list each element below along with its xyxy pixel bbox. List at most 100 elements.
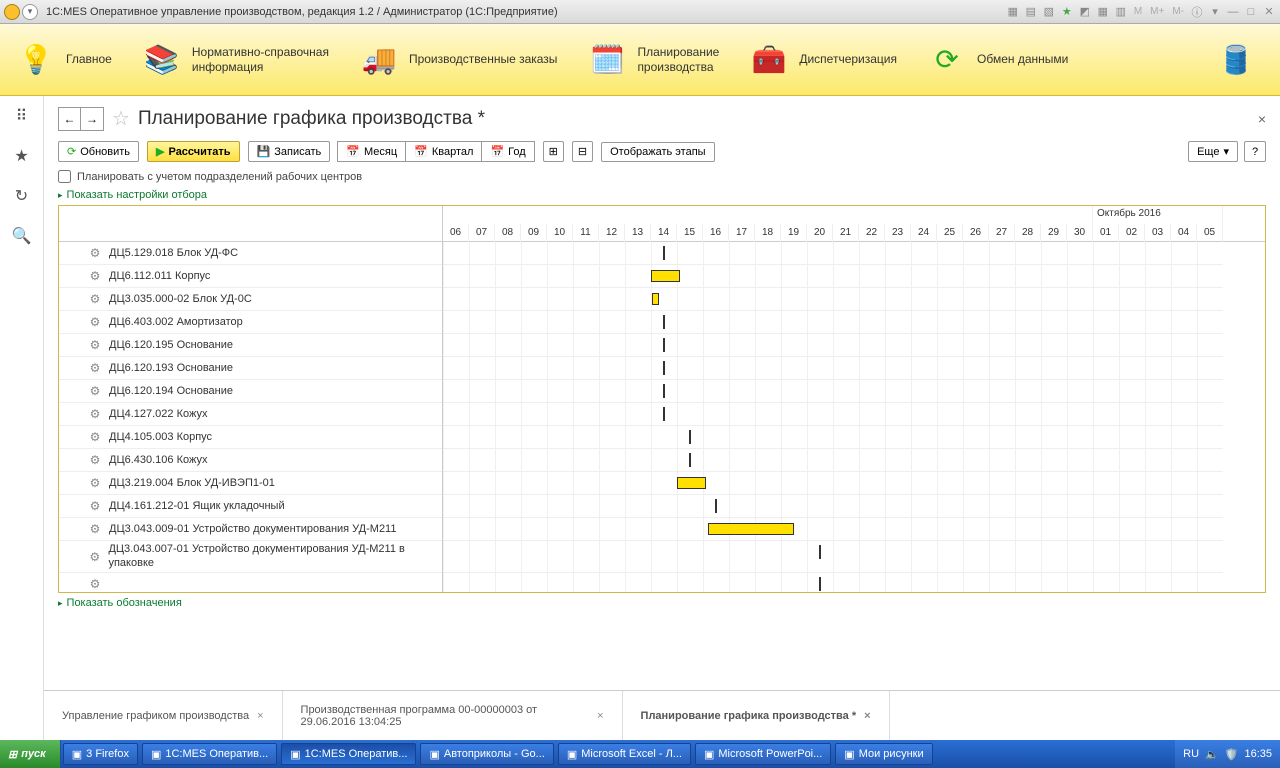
gantt-tick [663,407,665,421]
task-row[interactable]: ⚙ДЦ6.120.195 Основание [59,334,442,357]
period-year-button[interactable]: 📅Год [481,141,534,162]
task-row[interactable]: ⚙ДЦ6.430.106 Кожух [59,449,442,472]
menu-exchange[interactable]: ⟳ Обмен данными [925,38,1068,82]
play-icon: ▶ [156,145,164,158]
page-star-icon[interactable]: ☆ [112,106,130,131]
task-row[interactable]: ⚙ДЦ6.120.194 Основание [59,380,442,403]
barrel-icon[interactable]: 🛢️ [1214,38,1258,82]
gantt-timeline[interactable]: Октябрь 2016 060708091011121314151617181… [443,206,1265,592]
task-row[interactable]: ⚙ДЦ6.403.002 Амортизатор [59,311,442,334]
gantt-tick [663,338,665,352]
apps-icon[interactable]: ⠿ [12,106,32,126]
collapse-button[interactable]: ⊟ [572,141,593,162]
gantt-tick [715,499,717,513]
lang-indicator[interactable]: RU [1183,748,1199,760]
show-stages-button[interactable]: Отображать этапы [601,142,714,162]
m-minus-label[interactable]: M- [1170,6,1186,17]
menu-main[interactable]: 💡 Главное [14,38,112,82]
task-label: ДЦ3.035.000-02 Блок УД-0С [109,293,252,305]
more-button[interactable]: Еще▾ [1188,141,1238,162]
menu-dispatch[interactable]: 🧰 Диспетчеризация [747,38,897,82]
titlebar-icon-2[interactable]: ▤ [1024,5,1038,19]
day-header-cell: 20 [807,224,833,242]
tab-label: Планирование графика производства * [641,710,857,722]
task-row[interactable]: ⚙ДЦ3.043.009-01 Устройство документирова… [59,518,442,541]
titlebar-icon-5[interactable]: ◩ [1078,5,1092,19]
tab-close-icon[interactable]: × [864,710,870,722]
gantt-bar[interactable] [677,477,706,489]
period-quarter-button[interactable]: 📅Квартал [405,141,482,162]
day-header-cell: 05 [1197,224,1223,242]
tab-close-icon[interactable]: × [257,710,263,722]
taskbar-item[interactable]: ▣1С:MES Оператив... [142,743,277,765]
tray-icon-2[interactable]: 🛡️ [1225,748,1239,761]
nav-dropdown-icon[interactable]: ▾ [22,4,38,20]
calendar-icon[interactable]: ▥ [1114,5,1128,19]
gear-icon: ⚙ [87,268,103,284]
plan-with-subdiv-checkbox[interactable] [58,170,71,183]
taskbar-item-label: 1С:MES Оператив... [305,748,408,760]
page-close-button[interactable]: × [1258,111,1266,127]
m-plus-label[interactable]: M+ [1148,6,1166,17]
task-row[interactable]: ⚙ДЦ6.120.193 Основание [59,357,442,380]
tray-icon-1[interactable]: 🔈 [1205,748,1219,761]
start-button[interactable]: ⊞ пуск [0,740,61,768]
favorites-icon[interactable]: ★ [12,146,32,166]
task-row[interactable]: ⚙ДЦ3.035.000-02 Блок УД-0С [59,288,442,311]
task-row[interactable]: ⚙ДЦ5.129.018 Блок УД-ФС [59,242,442,265]
task-row[interactable]: ⚙ДЦ4.105.003 Корпус [59,426,442,449]
maximize-icon[interactable]: □ [1244,5,1258,19]
menu-planning[interactable]: 🗓️ Планирование производства [585,38,719,82]
dropdown-icon[interactable]: ▾ [1208,5,1222,19]
taskbar-app-icon: ▣ [704,748,714,761]
taskbar-item[interactable]: ▣1С:MES Оператив... [281,743,416,765]
save-button[interactable]: 💾Записать [248,141,331,162]
calculate-button[interactable]: ▶Рассчитать [147,141,240,162]
taskbar-item[interactable]: ▣Microsoft PowerPoi... [695,743,831,765]
tab-label: Управление графиком производства [62,710,249,722]
task-label: ДЦ6.120.194 Основание [109,385,233,397]
taskbar-item[interactable]: ▣3 Firefox [63,743,138,765]
info-icon[interactable]: ⓘ [1190,5,1204,19]
gantt-bar[interactable] [651,270,680,282]
taskbar-item[interactable]: ▣Мои рисунки [835,743,932,765]
gantt-tick [689,430,691,444]
nav-forward-button[interactable]: → [81,108,103,130]
nav-back-button[interactable]: ← [59,108,81,130]
titlebar-icon-3[interactable]: ▧ [1042,5,1056,19]
history-icon[interactable]: ↻ [12,186,32,206]
task-row[interactable]: ⚙ДЦ6.112.011 Корпус [59,265,442,288]
m-label[interactable]: M [1132,6,1144,17]
refresh-button[interactable]: ⟳Обновить [58,141,139,162]
expand-button[interactable]: ⊞ [543,141,564,162]
taskbar-item[interactable]: ▣Автоприколы - Go... [420,743,553,765]
search-icon[interactable]: 🔍 [12,226,32,246]
task-row[interactable]: ⚙ДЦ4.127.022 Кожух [59,403,442,426]
task-row[interactable]: ⚙ДЦ3.219.004 Блок УД-ИВЭП1-01 [59,472,442,495]
show-legend-link[interactable]: ▸ Показать обозначения [58,597,1266,609]
star-icon[interactable]: ★ [1060,5,1074,19]
help-button[interactable]: ? [1244,141,1266,162]
show-filter-link[interactable]: ▸ Показать настройки отбора [58,189,1266,201]
calc-icon[interactable]: ▦ [1096,5,1110,19]
task-row[interactable]: ⚙ [59,573,442,592]
window-tab[interactable]: Производственная программа 00-00000003 о… [283,691,623,740]
titlebar-icon-1[interactable]: ▦ [1006,5,1020,19]
left-rail: ⠿ ★ ↻ 🔍 [0,96,44,740]
clock[interactable]: 16:35 [1244,748,1272,760]
task-row[interactable]: ⚙ДЦ3.043.007-01 Устройство документирова… [59,541,442,573]
menu-reference[interactable]: 📚 Нормативно-справочная информация [140,38,329,82]
task-row[interactable]: ⚙ДЦ4.161.212-01 Ящик укладочный [59,495,442,518]
menu-orders[interactable]: 🚚 Производственные заказы [357,38,557,82]
taskbar-item[interactable]: ▣Microsoft Excel - Л... [558,743,691,765]
gantt-bar[interactable] [652,293,659,305]
window-tab[interactable]: Планирование графика производства * × [623,691,890,740]
day-header-cell: 30 [1067,224,1093,242]
window-tab[interactable]: Управление графиком производства × [44,691,283,740]
close-icon[interactable]: ✕ [1262,5,1276,19]
day-header-cell: 23 [885,224,911,242]
period-month-button[interactable]: 📅Месяц [337,141,406,162]
gantt-bar[interactable] [708,523,794,535]
minimize-icon[interactable]: — [1226,5,1240,19]
tab-close-icon[interactable]: × [597,710,603,722]
